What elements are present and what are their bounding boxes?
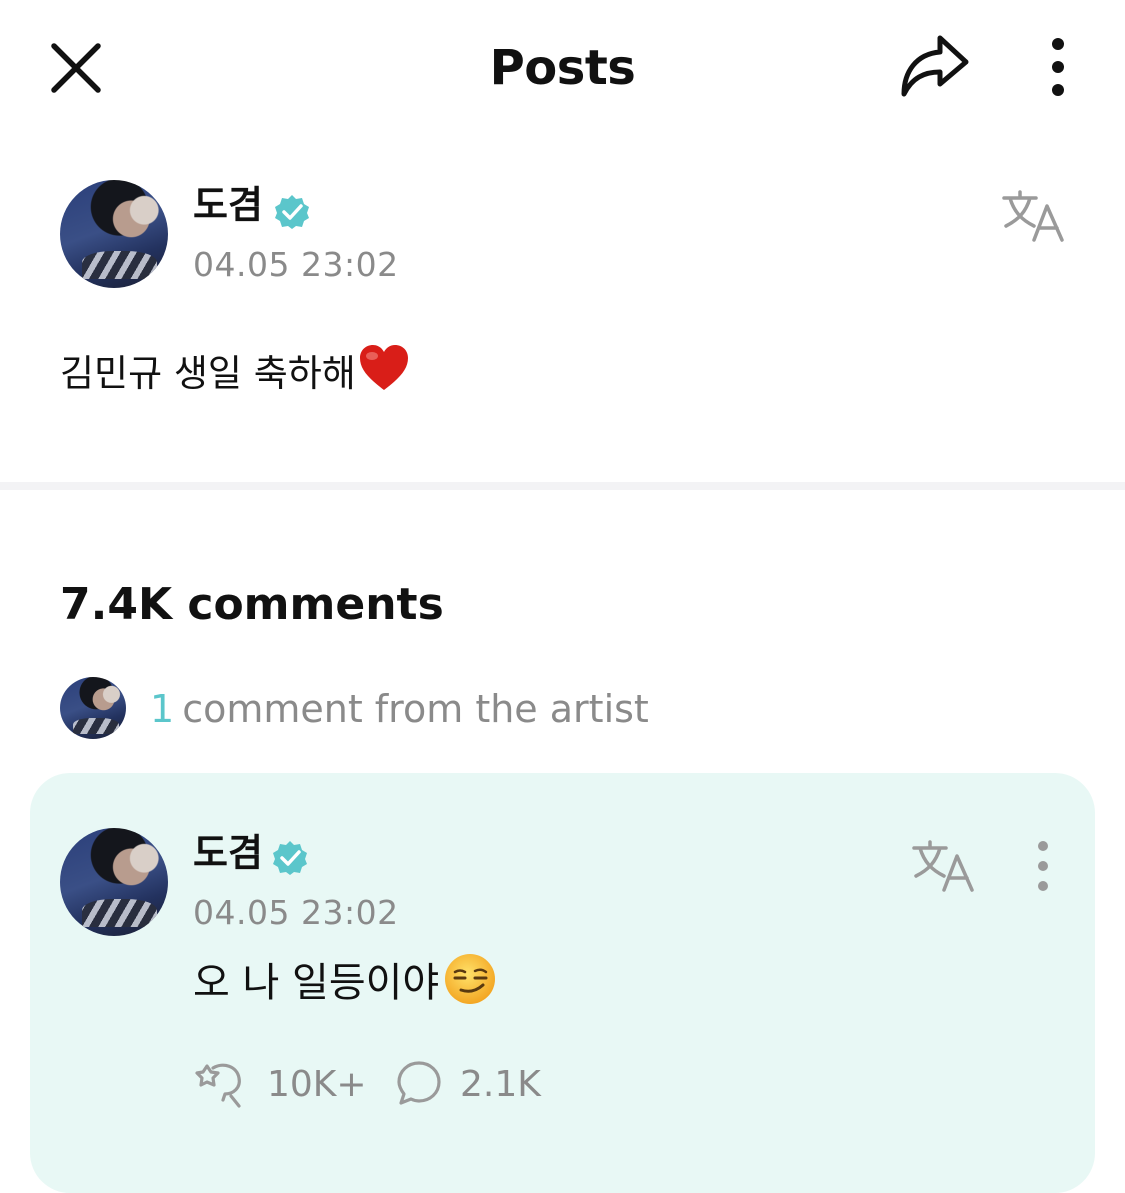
comment-author-name[interactable]: 도겸 [193, 830, 263, 876]
artist-comment-count: 1 [150, 687, 175, 731]
comments-count: 7.4K comments [60, 579, 444, 630]
post-text: 김민규 생일 축하해 [60, 352, 356, 395]
reply-icon[interactable] [396, 1060, 442, 1106]
author-name[interactable]: 도겸 [193, 182, 263, 228]
artist-comment-card [30, 773, 1095, 1193]
verified-badge-icon [275, 195, 309, 229]
artist-avatar[interactable] [60, 677, 126, 739]
artist-comments-link[interactable]: 1 comment from the artist [150, 686, 649, 732]
reply-count: 2.1K [460, 1064, 541, 1105]
heart-emoji-icon [359, 345, 408, 390]
comment-timestamp: 04.05 23:02 [193, 893, 399, 932]
avatar[interactable] [60, 180, 168, 288]
more-vertical-icon[interactable] [1040, 36, 1076, 98]
cheer-count: 10K+ [267, 1064, 367, 1105]
post-body: 김민규 생일 축하해 [60, 344, 410, 400]
translate-icon[interactable] [1000, 188, 1066, 244]
post-timestamp: 04.05 23:02 [193, 245, 399, 284]
divider [0, 482, 1125, 490]
verified-badge-icon [273, 841, 307, 875]
comment-more-icon[interactable] [1030, 840, 1056, 892]
translate-icon[interactable] [910, 838, 976, 894]
comment-body: 오 나 일등이야 [193, 952, 497, 1009]
artist-comment-label: comment from the artist [182, 687, 649, 731]
comment-text: 오 나 일등이야 [193, 960, 440, 1006]
smirking-face-emoji-icon [445, 954, 496, 1004]
avatar[interactable] [60, 828, 168, 936]
cheer-icon[interactable] [193, 1060, 247, 1110]
share-icon[interactable] [896, 30, 972, 102]
